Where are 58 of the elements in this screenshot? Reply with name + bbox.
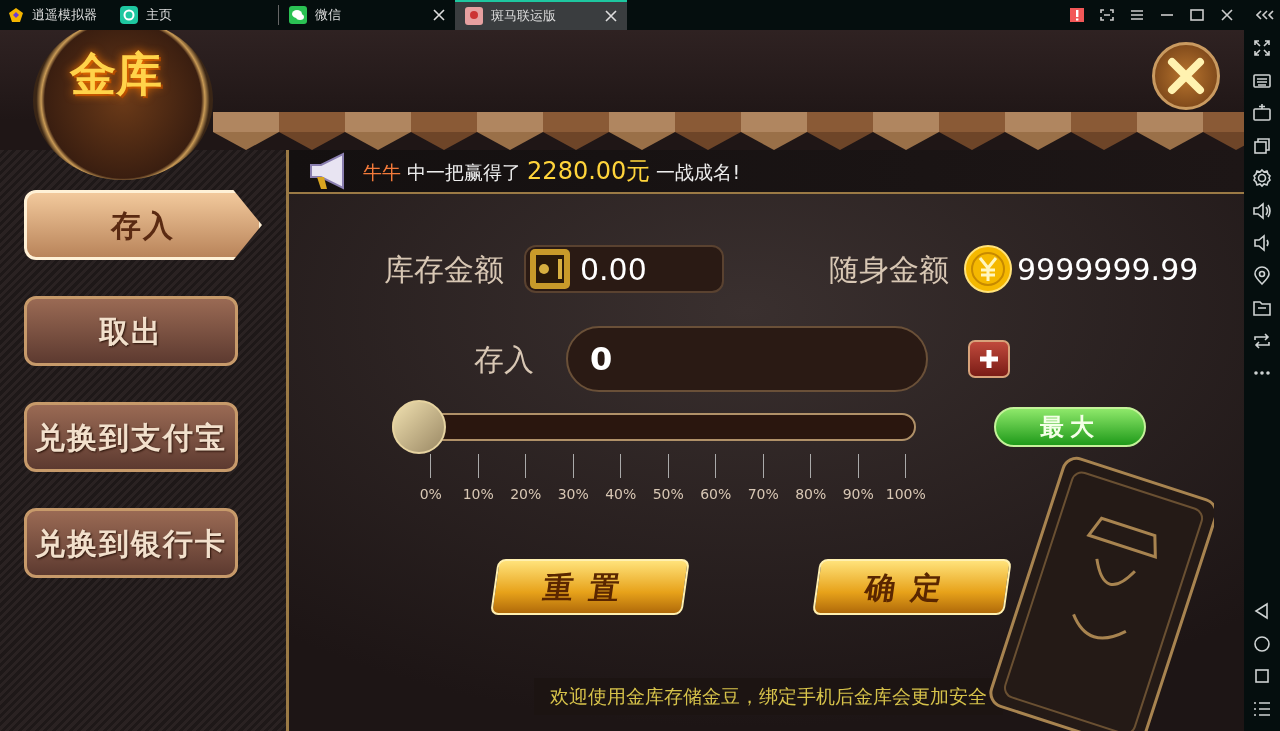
sync-icon[interactable]	[1252, 330, 1272, 351]
tick-label: 10%	[462, 485, 494, 504]
volume-down-icon[interactable]	[1252, 233, 1272, 254]
tab[interactable]: 主页	[110, 0, 278, 30]
menu-tab[interactable]: 兑换到银行卡	[24, 508, 238, 578]
apk-install-icon[interactable]	[1252, 103, 1272, 124]
alert-icon[interactable]	[1070, 8, 1084, 22]
tab[interactable]: 微信	[279, 0, 455, 30]
tick-label: 80%	[795, 485, 827, 504]
close-icon[interactable]	[605, 10, 617, 22]
close-icon[interactable]	[433, 9, 445, 21]
maximize-icon[interactable]	[1190, 9, 1204, 21]
tick-label: 100%	[885, 485, 926, 504]
home-icon[interactable]	[1252, 633, 1272, 654]
game-icon	[465, 7, 483, 25]
coin-icon	[963, 244, 1013, 294]
collapse-icon[interactable]	[1256, 10, 1274, 20]
windows-icon[interactable]	[1252, 135, 1272, 156]
location-icon[interactable]	[1252, 265, 1272, 286]
slider-thumb[interactable]	[392, 400, 446, 454]
app-logo-icon	[8, 7, 24, 23]
plus-icon	[978, 348, 1000, 370]
menu-tab[interactable]: 取出	[24, 296, 238, 366]
minimize-icon[interactable]	[1160, 13, 1174, 17]
settings-icon[interactable]	[1252, 168, 1272, 189]
screenshot-icon[interactable]	[1100, 9, 1114, 21]
close-icon[interactable]	[1221, 9, 1233, 21]
tick-label: 20%	[510, 485, 542, 504]
tick-label: 0%	[419, 485, 442, 504]
home-icon	[120, 6, 138, 24]
vault-balance-value: 0.00	[580, 250, 647, 289]
tick-label: 90%	[842, 485, 874, 504]
menu-tab[interactable]: 兑换到支付宝	[24, 402, 238, 472]
tick-label: 60%	[700, 485, 732, 504]
menu-tab[interactable]: 存入	[24, 190, 262, 260]
tab[interactable]: 斑马联运版	[455, 0, 627, 30]
deposit-amount-field[interactable]: 0	[566, 326, 928, 392]
chat-icon	[289, 6, 307, 24]
folder-icon[interactable]	[1252, 298, 1272, 319]
add-button[interactable]	[968, 340, 1010, 378]
reset-button[interactable]: 重置	[490, 559, 690, 615]
deposit-label: 存入	[474, 340, 534, 379]
volume-up-icon[interactable]	[1252, 200, 1272, 221]
wallet-balance-value: 9999999.99	[1017, 250, 1199, 289]
vault-balance-label: 库存金额	[384, 250, 504, 289]
broadcast-message: 牛牛 中一把赢得了 2280.00元 一战成名!	[363, 156, 740, 187]
confirm-button[interactable]: 确定	[812, 559, 1012, 615]
tick-label: 50%	[652, 485, 684, 504]
game-title: 金库	[70, 46, 162, 103]
tick-label: 30%	[557, 485, 589, 504]
wallet-balance-label: 随身金额	[829, 250, 949, 289]
fullscreen-icon[interactable]	[1252, 38, 1272, 59]
menu-icon[interactable]	[1130, 9, 1144, 21]
slider[interactable]	[392, 400, 916, 454]
close-icon	[1166, 56, 1206, 96]
tick-label: 40%	[605, 485, 637, 504]
tick-label: 70%	[747, 485, 779, 504]
app-name: 逍遥模拟器	[32, 6, 97, 25]
